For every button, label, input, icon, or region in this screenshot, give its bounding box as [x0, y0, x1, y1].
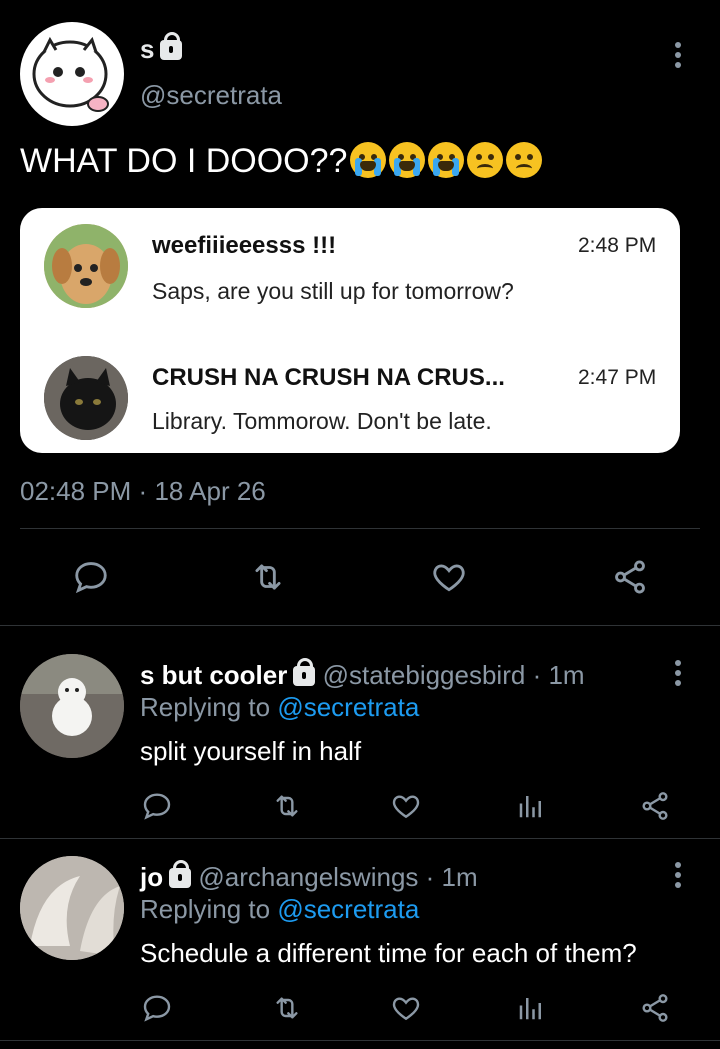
confused-emoji-icon: [467, 142, 504, 178]
tweet-text: WHAT DO I DOOO??: [20, 142, 348, 180]
divider: [20, 528, 700, 529]
separator: ·: [138, 476, 148, 506]
reply-header[interactable]: jo @archangelswings · 1m: [140, 860, 478, 893]
analytics-icon[interactable]: [516, 790, 546, 822]
tweet-date: 18 Apr 26: [154, 476, 266, 506]
message-sender: CRUSH NA CRUSH NA CRUS...: [152, 364, 505, 391]
reply-display-name[interactable]: jo: [140, 862, 163, 892]
reply-icon[interactable]: [141, 992, 173, 1024]
black-cat-avatar: [44, 356, 128, 440]
like-icon[interactable]: [390, 790, 422, 822]
replying-to-line: Replying to @secretrata: [140, 894, 419, 925]
replying-to-line: Replying to @secretrata: [140, 692, 419, 723]
reply-text: split yourself in half: [140, 736, 362, 766]
crying-emoji-icon: [389, 142, 426, 178]
retweet-icon[interactable]: [270, 992, 304, 1024]
reply-age: · 1m: [425, 862, 478, 892]
crying-emoji-icon: [428, 142, 465, 178]
replying-to-link[interactable]: @secretrata: [277, 692, 419, 722]
replying-to-label: Replying to: [140, 894, 271, 924]
share-icon[interactable]: [610, 558, 650, 596]
lock-icon: [293, 658, 316, 686]
share-icon[interactable]: [639, 992, 671, 1024]
retweet-icon[interactable]: [248, 558, 288, 596]
tweet-time: 02:48 PM: [20, 476, 132, 506]
author-avatar[interactable]: [20, 22, 124, 126]
divider: [0, 838, 720, 839]
like-icon[interactable]: [390, 992, 422, 1024]
more-options-icon[interactable]: [674, 660, 682, 686]
replying-to-label: Replying to: [140, 692, 271, 722]
reply-age: · 1m: [532, 660, 585, 690]
share-icon[interactable]: [639, 790, 671, 822]
reply-icon[interactable]: [141, 790, 173, 822]
divider: [0, 625, 720, 626]
reply-header[interactable]: s but cooler @statebiggesbird · 1m: [140, 658, 585, 691]
replying-to-link[interactable]: @secretrata: [277, 894, 419, 924]
puppy-avatar: [44, 224, 128, 308]
message-preview: Saps, are you still up for tomorrow?: [152, 278, 514, 304]
reply-display-name[interactable]: s but cooler: [140, 660, 287, 690]
message-preview: Library. Tommorow. Don't be late.: [152, 408, 492, 434]
reply-handle[interactable]: @statebiggesbird: [323, 660, 526, 690]
reply-text: Schedule a different time for each of th…: [140, 938, 637, 968]
tweet-timestamp-row: 02:48 PM · 18 Apr 26: [20, 476, 266, 507]
confused-emoji-icon: [506, 142, 543, 178]
lock-icon: [160, 32, 183, 60]
message-time: 2:47 PM: [578, 366, 657, 389]
attached-image-card[interactable]: weefiiieeesss !!! 2:48 PM Saps, are you …: [20, 208, 680, 453]
reply-avatar-snowman[interactable]: [20, 654, 124, 758]
more-options-icon[interactable]: [674, 42, 682, 68]
message-sender: weefiiieeesss !!!: [152, 232, 337, 259]
reply-icon[interactable]: [72, 558, 110, 596]
analytics-icon[interactable]: [516, 992, 546, 1024]
message-time: 2:48 PM: [578, 234, 657, 257]
retweet-icon[interactable]: [270, 790, 304, 822]
reply-avatar-angel[interactable]: [20, 856, 124, 960]
author-handle[interactable]: @secretrata: [140, 80, 282, 111]
tweet-text-row: WHAT DO I DOOO??: [20, 142, 543, 181]
lock-icon: [169, 860, 192, 888]
crying-emoji-icon: [350, 142, 387, 178]
reply-handle[interactable]: @archangelswings: [198, 862, 418, 892]
like-icon[interactable]: [430, 558, 468, 596]
author-name-row[interactable]: s: [140, 32, 183, 65]
divider: [0, 1040, 720, 1041]
more-options-icon[interactable]: [674, 862, 682, 888]
author-display-name[interactable]: s: [140, 34, 154, 64]
